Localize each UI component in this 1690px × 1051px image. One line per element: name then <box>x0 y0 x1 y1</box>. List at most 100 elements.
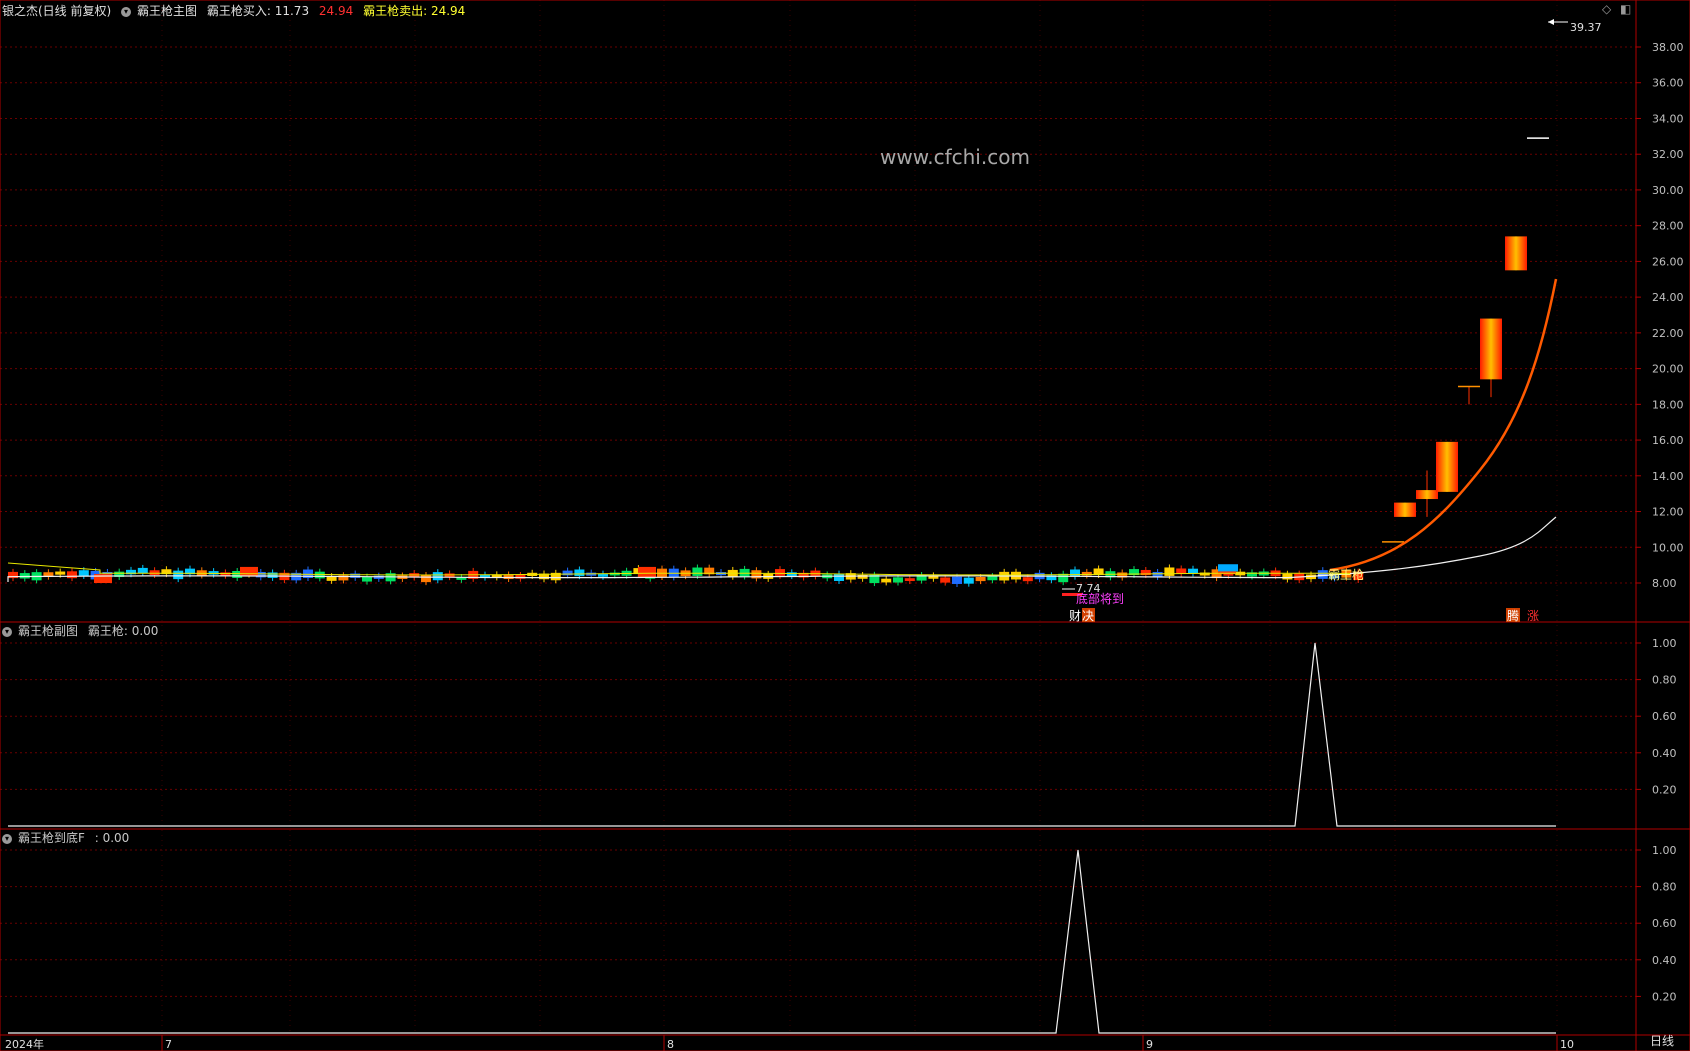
y-tick-label: 0.20 <box>1652 990 1677 1003</box>
toggle-indicator-icon[interactable]: ▾ <box>121 6 132 17</box>
candle <box>196 570 207 576</box>
buy-label: 霸王枪买入: <box>206 4 275 18</box>
candle <box>952 576 962 584</box>
sub2-spike-line <box>8 849 1556 1034</box>
max-price-label: 39.37 <box>1570 21 1602 34</box>
x-tick-label: 10 <box>1560 1038 1574 1051</box>
candle <box>1152 571 1163 578</box>
candle <box>362 576 372 582</box>
candle <box>893 577 903 583</box>
sub2-value: : 0.00 <box>94 831 130 845</box>
grid-lines <box>0 0 1636 1033</box>
y-tick-label: 24.00 <box>1652 291 1684 304</box>
candle <box>904 578 915 582</box>
x-tick-label: 8 <box>667 1038 674 1051</box>
marker-teng: 腾 <box>1507 608 1519 623</box>
y-tick-label: 1.00 <box>1652 637 1677 650</box>
candle <box>503 574 514 580</box>
y-tick-label: 36.00 <box>1652 77 1684 90</box>
diamond-icon[interactable]: ◇ <box>1602 2 1611 16</box>
marker-jue: 决 <box>1082 609 1094 623</box>
period-label[interactable]: 日线 <box>1650 1032 1674 1049</box>
sub2-panel-header: ▾ 霸王枪到底F : 0.00 <box>2 831 135 845</box>
candle <box>1218 564 1238 572</box>
x-tick-label: 2024年 <box>5 1037 44 1051</box>
y-tick-label: 18.00 <box>1652 398 1684 411</box>
stock-title: 银之杰(日线 前复权) <box>2 4 112 18</box>
watermark-text: www.cfchi.com <box>880 145 1030 169</box>
rally-curve <box>1329 278 1558 572</box>
y-tick-label: 32.00 <box>1652 148 1684 161</box>
y-tick-label: 0.80 <box>1652 674 1677 687</box>
sub1-spike-line <box>8 642 1556 827</box>
candle <box>1480 318 1502 380</box>
candle <box>515 575 526 579</box>
marker-zhang: 涨 <box>1527 608 1539 623</box>
bottom-arrive-label: 底部将到 <box>1076 591 1124 606</box>
sub2-indicator-name[interactable]: 霸王枪到底F <box>18 831 85 845</box>
toggle-indicator-icon[interactable]: ▾ <box>2 833 12 844</box>
candle <box>432 572 443 581</box>
y-tick-label: 12.00 <box>1652 506 1684 519</box>
candle <box>562 570 573 576</box>
sub1-value: 霸王枪: 0.00 <box>87 624 159 638</box>
candle <box>881 578 892 583</box>
outer-frame <box>0 0 1690 1051</box>
y-axis-labels: 8.00 10.00 12.00 14.00 16.00 18.00 20.00 22.00 2… <box>1636 41 1684 1003</box>
sell-label: 霸王枪卖出: <box>363 4 431 18</box>
y-tick-label: 16.00 <box>1652 434 1684 447</box>
candle <box>1282 573 1293 580</box>
y-tick-label: 0.20 <box>1652 783 1677 796</box>
candle <box>692 567 703 576</box>
sub1-indicator-name[interactable]: 霸王枪副图 <box>18 624 78 638</box>
candle <box>350 573 361 578</box>
candle <box>1505 236 1527 271</box>
candle <box>1164 567 1175 576</box>
y-tick-label: 8.00 <box>1652 577 1677 590</box>
candle <box>987 576 998 581</box>
buy-value: 11.73 <box>274 4 310 18</box>
candle <box>314 571 325 579</box>
y-tick-label: 0.60 <box>1652 917 1677 930</box>
candle <box>775 569 785 576</box>
y-tick-label: 34.00 <box>1652 112 1684 125</box>
candle <box>574 569 585 577</box>
max-price-arrowhead <box>1548 19 1554 25</box>
candle <box>1022 577 1033 582</box>
y-tick-label: 22.00 <box>1652 327 1684 340</box>
sell-value: 24.94 <box>430 4 466 18</box>
candle <box>739 568 750 577</box>
candle <box>963 577 974 584</box>
buy-value-2: 24.94 <box>318 4 354 18</box>
window-toggle-icon[interactable]: ◧ <box>1620 2 1631 16</box>
marker-cai: 财 <box>1069 609 1081 623</box>
x-axis-labels: 2024年 7 8 9 10 <box>5 1035 1574 1051</box>
candle <box>786 572 797 577</box>
y-tick-label: 20.00 <box>1652 363 1684 376</box>
candles <box>8 137 1549 587</box>
y-tick-label: 38.00 <box>1652 41 1684 54</box>
candle <box>1070 569 1080 577</box>
signal-name: 霸王枪 <box>1328 567 1364 582</box>
candle <box>173 570 184 580</box>
candle <box>78 570 89 576</box>
sub1-panel-header: ▾ 霸王枪副图 霸王枪: 0.00 <box>2 624 164 638</box>
candle <box>1188 568 1198 574</box>
y-tick-label: 0.60 <box>1652 710 1677 723</box>
candle <box>638 566 656 578</box>
candle <box>1394 502 1416 517</box>
y-tick-label: 30.00 <box>1652 184 1684 197</box>
toggle-indicator-icon[interactable]: ▾ <box>2 626 12 637</box>
candle <box>975 576 986 582</box>
candle <box>940 577 951 583</box>
y-tick-label: 0.40 <box>1652 747 1677 760</box>
main-panel-header: 银之杰(日线 前复权) ▾ 霸王枪主图 霸王枪买入: 11.73 24.94 霸王… <box>2 4 471 18</box>
candle <box>149 570 160 576</box>
candle <box>208 571 219 575</box>
candle <box>421 575 431 583</box>
candle <box>1436 441 1458 492</box>
candle <box>55 571 66 575</box>
candle <box>19 573 30 579</box>
main-indicator-name[interactable]: 霸王枪主图 <box>137 4 197 18</box>
candle <box>267 572 278 578</box>
